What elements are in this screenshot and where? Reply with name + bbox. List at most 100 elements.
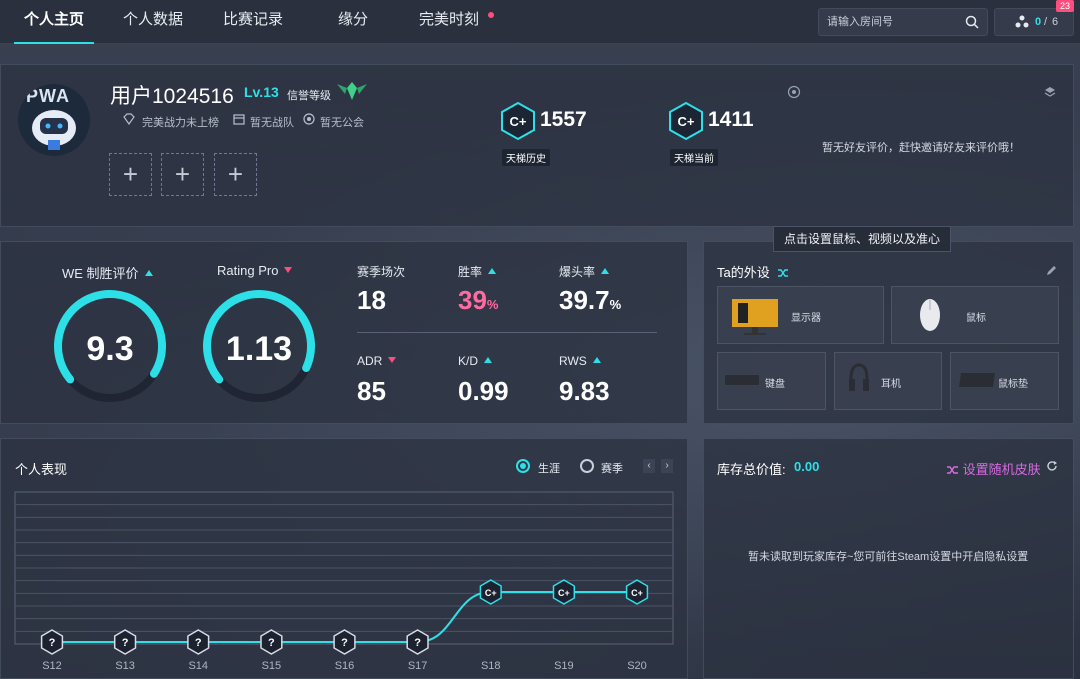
- tab-personal-data[interactable]: 个人数据: [116, 0, 190, 44]
- credit-level-label: 信誉等级: [287, 90, 331, 102]
- rank-badge-text: C+: [678, 114, 695, 129]
- data-point-label: C+: [485, 588, 497, 598]
- next-button[interactable]: ›: [661, 459, 673, 473]
- inventory-value: 0.00: [794, 459, 820, 474]
- stat-value: 39.7%: [559, 285, 622, 315]
- tab-affinity[interactable]: 缘分: [326, 0, 380, 44]
- radio-season-label: 赛季: [601, 463, 623, 475]
- tab-perfect-moments[interactable]: 完美时刻: [412, 0, 494, 44]
- room-search: [818, 8, 988, 36]
- level-label: Lv.13: [244, 84, 279, 100]
- random-skin-button[interactable]: 设置随机皮肤: [946, 459, 1041, 478]
- tab-home-label: 个人主页: [23, 11, 84, 28]
- stat-value: 9.83: [559, 376, 610, 406]
- new-dot: [488, 12, 494, 18]
- tab-personal-data-label: 个人数据: [122, 11, 183, 28]
- add-slot-button-2[interactable]: +: [161, 153, 204, 196]
- ladder-current-label: 天梯当前: [670, 149, 718, 166]
- room-search-input[interactable]: [827, 9, 957, 35]
- performance-title: 个人表现: [15, 462, 68, 477]
- gear-mouse-label: 鼠标: [966, 313, 986, 324]
- data-point-label: ?: [122, 637, 129, 649]
- party-total: 6: [1052, 16, 1059, 28]
- trend-up-icon: [144, 270, 153, 276]
- gear-tooltip: 点击设置鼠标、视频以及准心: [773, 226, 951, 252]
- ladder-current-value: 1411: [708, 108, 754, 131]
- performance-chart: ? S12? S13? S14? S15? S16? S17 C+ S18 C+ S19 C+ S20: [14, 491, 674, 672]
- stat-label: K/D: [458, 354, 493, 368]
- gear-monitor[interactable]: 显示器: [717, 286, 884, 344]
- inventory-title: 库存总价值:: [717, 462, 786, 477]
- headset-icon: [849, 363, 869, 391]
- refresh-icon[interactable]: [1046, 460, 1058, 472]
- friend-review-text: 暂无好友评价，赶快邀请好友来评价哦！: [822, 142, 1020, 154]
- x-tick-label: S16: [335, 660, 355, 672]
- data-point-label: ?: [268, 637, 275, 649]
- add-slot-button-1[interactable]: +: [109, 153, 152, 196]
- tab-home[interactable]: 个人主页: [14, 0, 94, 44]
- gear-title-text: Ta的外设: [717, 265, 770, 280]
- gear-monitor-label: 显示器: [791, 313, 821, 324]
- ladder-history-label: 天梯历史: [502, 149, 550, 166]
- tab-match-history[interactable]: 比赛记录: [216, 0, 290, 44]
- target-icon[interactable]: [787, 85, 801, 99]
- rank-badge-text: C+: [510, 114, 527, 129]
- stat-label: RWS: [559, 354, 601, 368]
- stats-divider: [357, 332, 657, 333]
- trend-down-icon: [284, 267, 293, 273]
- notification-badge: 23: [1056, 0, 1074, 12]
- avatar-text: PWA: [26, 86, 71, 106]
- radio-season[interactable]: [580, 459, 594, 473]
- credit-wings-icon[interactable]: [335, 80, 369, 102]
- team-icon: [1015, 15, 1029, 28]
- layers-icon[interactable]: [1043, 85, 1057, 99]
- trend-up-icon: [484, 357, 493, 363]
- x-tick-label: S13: [115, 660, 135, 672]
- gear-mousepad-label: 鼠标垫: [998, 379, 1028, 390]
- prev-button[interactable]: ‹: [643, 459, 655, 473]
- radio-career[interactable]: [516, 459, 530, 473]
- gear-mousepad[interactable]: 鼠标垫: [950, 352, 1059, 410]
- power-rank: 完美战力未上榜: [142, 117, 219, 129]
- username: 用户1024516: [110, 85, 234, 108]
- data-point-label: ?: [49, 637, 56, 649]
- data-point-label: C+: [631, 588, 643, 598]
- gear-mouse[interactable]: 鼠标: [891, 286, 1059, 344]
- diamond-icon: [123, 113, 135, 126]
- edit-icon[interactable]: [1045, 264, 1058, 277]
- data-point-label: C+: [558, 588, 570, 598]
- data-point-label: ?: [341, 637, 348, 649]
- x-tick-label: S19: [554, 660, 574, 672]
- stat-label: 赛季场次: [357, 265, 406, 279]
- tab-perfect-moments-label: 完美时刻: [418, 11, 479, 28]
- avatar[interactable]: PWA: [18, 84, 90, 156]
- gear-headset-label: 耳机: [881, 379, 901, 390]
- guild-icon: [303, 113, 315, 125]
- x-tick-label: S14: [188, 660, 208, 672]
- top-nav: 个人主页 个人数据 比赛记录 缘分 完美时刻 0 / 6 23: [0, 0, 1080, 44]
- shuffle-icon[interactable]: [777, 268, 789, 278]
- team-status: 暂无战队: [250, 117, 294, 129]
- active-tab-indicator: [14, 42, 94, 44]
- mousepad-icon: [959, 373, 995, 387]
- trend-up-icon: [592, 357, 601, 363]
- party-counter[interactable]: 0 / 6: [994, 8, 1074, 36]
- ladder-history-value: 1557: [540, 108, 587, 131]
- rank-badge-icon: C+: [669, 102, 703, 140]
- trend-up-icon: [488, 268, 497, 274]
- search-icon[interactable]: [965, 15, 979, 29]
- tab-affinity-label: 缘分: [337, 11, 368, 28]
- keyboard-icon: [725, 375, 759, 385]
- gear-headset[interactable]: 耳机: [834, 352, 942, 410]
- gear-keyboard[interactable]: 键盘: [717, 352, 826, 410]
- team-badge-icon: [233, 114, 245, 125]
- radio-career-label: 生涯: [538, 463, 560, 475]
- random-skin-label: 设置随机皮肤: [962, 462, 1041, 477]
- data-point-label: ?: [195, 637, 202, 649]
- add-slot-button-3[interactable]: +: [214, 153, 257, 196]
- x-tick-label: S15: [262, 660, 282, 672]
- we-rating-value: 9.3: [86, 330, 134, 368]
- data-point-label: ?: [414, 637, 421, 649]
- stat-value: 39%: [458, 285, 499, 315]
- shuffle-icon: [947, 466, 958, 474]
